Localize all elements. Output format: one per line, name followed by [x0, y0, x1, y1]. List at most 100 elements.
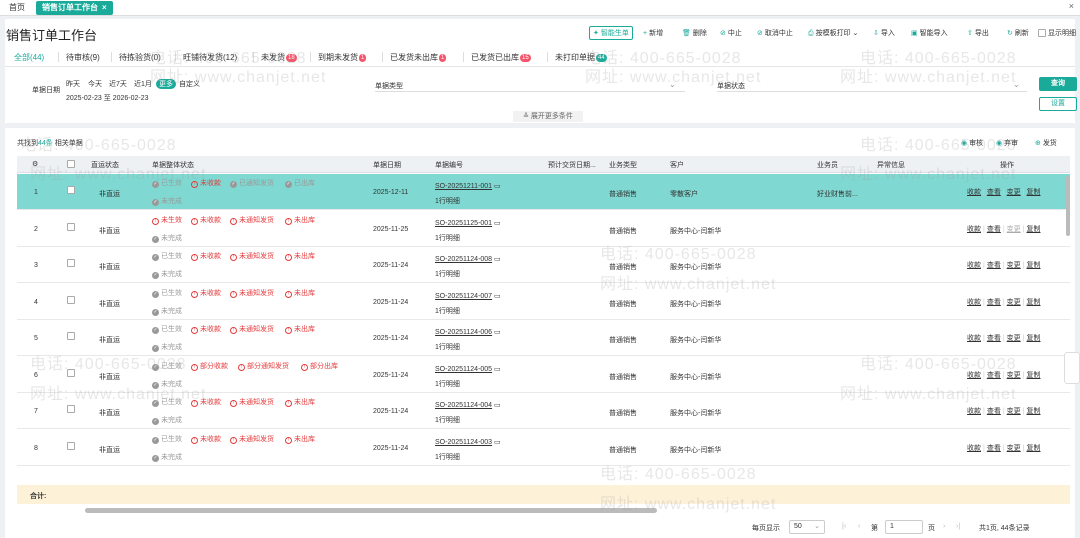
row-checkbox[interactable] — [67, 295, 75, 304]
copy-link[interactable]: 复制 — [1026, 262, 1040, 269]
order-number-link[interactable]: SO-20251124-005 ▭ — [435, 365, 501, 373]
collect-link[interactable]: 收款 — [967, 372, 981, 379]
date-range[interactable]: 2025-02-23 至 2026-02-23 — [66, 93, 149, 103]
order-number-link[interactable]: SO-20251124-003 ▭ — [435, 438, 501, 446]
doc-type-select[interactable] — [375, 91, 685, 92]
show-detail-checkbox[interactable] — [1038, 29, 1046, 38]
quick-date-yesterday[interactable]: 昨天 — [66, 79, 80, 89]
change-link[interactable]: 变更 — [1007, 189, 1021, 196]
close-window-icon[interactable]: × — [1069, 1, 1074, 11]
col-overall-status[interactable]: 单据整体状态 — [152, 160, 194, 170]
col-delivery-date[interactable]: 预计交货日期... — [548, 160, 596, 170]
tab-home[interactable]: 首页 — [3, 1, 31, 15]
view-link[interactable]: 查看 — [987, 299, 1001, 306]
order-number-link[interactable]: SO-20251124-008 ▭ — [435, 255, 501, 263]
order-number[interactable]: SO-20251125-001 — [435, 220, 492, 227]
col-salesman[interactable]: 业务员 — [817, 160, 838, 170]
copy-link[interactable]: 复制 — [1026, 299, 1040, 306]
select-all-checkbox[interactable] — [67, 160, 75, 168]
col-doc-date[interactable]: 单据日期 — [373, 160, 401, 170]
query-button[interactable]: 查询 — [1039, 77, 1077, 91]
table-row[interactable]: 1 非直运 ✓ 已生效! 未收款 ✓ 已通知发货 ✓ 已出库 ✓ 未完成 2025-12-11 SO-2… — [17, 174, 1070, 210]
table-row[interactable]: 8 非直运 ✓ 已生效! 未收款! 未通知发货! 未出库 ✓ 未完成 2025-11-24 SO-2… — [17, 429, 1070, 466]
tab-shop-pending-ship[interactable]: 旺铺待发货(12) — [183, 52, 237, 63]
change-link[interactable]: 变更 — [1007, 408, 1021, 415]
last-page-icon[interactable]: ›| — [956, 523, 960, 530]
tab-pending-review[interactable]: 待审核(9) — [66, 52, 100, 63]
order-number-link[interactable]: SO-20251211-001 ▭ — [435, 182, 501, 190]
tab-not-printed[interactable]: 未打印单据 44 — [555, 52, 607, 63]
collect-link[interactable]: 收款 — [967, 299, 981, 306]
expand-more-button[interactable]: ≚ 展开更多条件 — [513, 111, 583, 122]
table-row[interactable]: 7 非直运 ✓ 已生效! 未收款! 未通知发货! 未出库 ✓ 未完成 2025-11-24 SO-2… — [17, 393, 1070, 429]
tab-all[interactable]: 全部(44) — [14, 52, 45, 69]
delete-button[interactable]: 🗑 删除 — [682, 28, 707, 38]
table-row[interactable]: 3 非直运 ✓ 已生效! 未收款! 未通知发货! 未出库 ✓ 未完成 2025-11-24 SO-2… — [17, 247, 1070, 283]
doc-status-select[interactable] — [717, 91, 1027, 92]
approve-button[interactable]: ◉ 审核 — [961, 138, 983, 148]
cancel-stop-button[interactable]: ⊘ 取消中止 — [757, 28, 793, 38]
row-checkbox[interactable] — [67, 186, 75, 194]
order-number-link[interactable]: SO-20251125-001 ▭ — [435, 219, 501, 227]
order-number[interactable]: SO-20251124-006 — [435, 329, 492, 336]
collect-link[interactable]: 收款 — [967, 445, 981, 452]
view-link[interactable]: 查看 — [987, 262, 1001, 269]
change-link[interactable]: 变更 — [1007, 299, 1021, 306]
copy-link[interactable]: 复制 — [1026, 226, 1040, 233]
view-link[interactable]: 查看 — [987, 189, 1001, 196]
collect-link[interactable]: 收款 — [967, 335, 981, 342]
prev-page-icon[interactable]: ‹ — [858, 523, 860, 530]
table-row[interactable]: 5 非直运 ✓ 已生效! 未收款! 未通知发货! 未出库 ✓ 未完成 2025-11-24 SO-2… — [17, 320, 1070, 356]
stop-button[interactable]: ⊘ 中止 — [720, 28, 742, 38]
row-checkbox[interactable] — [67, 368, 75, 377]
copy-link[interactable]: 复制 — [1026, 445, 1040, 452]
view-link[interactable]: 查看 — [987, 372, 1001, 379]
change-link[interactable]: 变更 — [1007, 262, 1021, 269]
row-checkbox[interactable] — [67, 259, 75, 267]
collect-link[interactable]: 收款 — [967, 189, 981, 196]
col-direct-status[interactable]: 直运状态 — [91, 160, 119, 170]
tab-sales-order-workbench[interactable]: 销售订单工作台 × — [36, 1, 113, 15]
view-link[interactable]: 查看 — [987, 445, 1001, 452]
tab-overdue-not-shipped[interactable]: 到期未发货 1 — [318, 52, 367, 63]
table-row[interactable]: 2 非直运! 未生效! 未收款! 未通知发货! 未出库 ✓ 未完成 2025-11-25 SO-2… — [17, 210, 1070, 247]
first-page-icon[interactable]: |‹ — [842, 523, 846, 530]
order-number-link[interactable]: SO-20251124-004 ▭ — [435, 401, 501, 409]
order-number-link[interactable]: SO-20251124-006 ▭ — [435, 328, 501, 336]
order-number[interactable]: SO-20251124-004 — [435, 402, 492, 409]
next-page-icon[interactable]: › — [943, 523, 945, 530]
add-button[interactable]: + 新增 — [643, 28, 663, 38]
settings-icon[interactable]: ⚙ — [32, 160, 38, 168]
order-number[interactable]: SO-20251124-008 — [435, 256, 492, 263]
table-row[interactable]: 4 非直运 ✓ 已生效! 未收款! 未通知发货! 未出库 ✓ 未完成 2025-11-24 SO-2… — [17, 283, 1070, 320]
ship-button[interactable]: ⊕ 发货 — [1035, 138, 1057, 148]
view-link[interactable]: 查看 — [987, 335, 1001, 342]
horizontal-scrollbar[interactable] — [85, 508, 657, 513]
refresh-button[interactable]: ↻ 刷新 — [1007, 28, 1029, 38]
copy-link[interactable]: 复制 — [1026, 335, 1040, 342]
order-number[interactable]: SO-20251211-001 — [435, 183, 492, 190]
tab-shipped-not-out[interactable]: 已发货未出库 1 — [390, 52, 447, 63]
change-link[interactable]: 变更 — [1007, 372, 1021, 379]
per-page-select[interactable]: 50 ⌄ — [789, 520, 825, 534]
view-link[interactable]: 查看 — [987, 408, 1001, 415]
order-number[interactable]: SO-20251124-007 — [435, 293, 492, 300]
tab-shipped-out[interactable]: 已发货已出库 15 — [471, 52, 531, 63]
tab-not-shipped[interactable]: 未发货 18 — [261, 52, 297, 63]
print-template-button[interactable]: ⎙ 按模板打印 ⌄ — [808, 28, 858, 38]
col-biz-type[interactable]: 业务类型 — [609, 160, 637, 170]
smart-import-button[interactable]: ▣ 智能导入 — [911, 28, 948, 38]
import-button[interactable]: ⇩ 导入 — [873, 28, 895, 38]
col-exception[interactable]: 异常信息 — [877, 160, 905, 170]
quick-date-7days[interactable]: 近7天 — [109, 79, 127, 89]
row-checkbox[interactable] — [67, 332, 75, 340]
change-link[interactable]: 变更 — [1007, 226, 1021, 233]
collect-link[interactable]: 收款 — [967, 408, 981, 415]
quick-date-today[interactable]: 今天 — [88, 79, 102, 89]
vertical-scrollbar[interactable] — [1066, 176, 1070, 236]
smart-generate-button[interactable]: ✦ 智能生单 — [589, 26, 633, 40]
table-row[interactable]: 6 非直运 ✓ 已生效! 部分收款! 部分通知发货! 部分出库 ✓ 未完成 2025-11-24 S… — [17, 356, 1070, 393]
unapprove-button[interactable]: ◉ 弃审 — [996, 138, 1018, 148]
close-icon[interactable]: × — [102, 3, 107, 12]
show-detail-toggle[interactable]: 显示明细 — [1038, 28, 1076, 38]
